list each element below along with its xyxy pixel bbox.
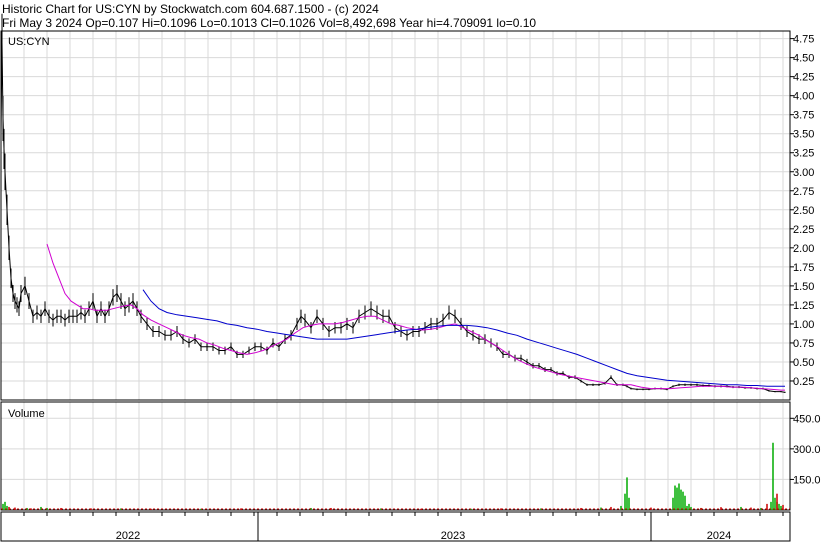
volume-bars xyxy=(1,442,790,510)
price-tick-label: 2.00 xyxy=(793,243,814,255)
price-tick-label: 0.75 xyxy=(793,338,814,350)
price-tick-label: 3.00 xyxy=(793,167,814,179)
price-tick-label: 2.75 xyxy=(793,186,814,198)
price-tick-label: 0.25 xyxy=(793,376,814,388)
price-line xyxy=(0,42,786,393)
volume-grid xyxy=(1,402,790,510)
volume-panel-title: Volume xyxy=(8,408,45,420)
price-tick-label: 1.75 xyxy=(793,262,814,274)
volume-tick-label: 300.0 xyxy=(793,444,821,456)
price-tick-label: 1.25 xyxy=(793,300,814,312)
price-tick-label: 4.50 xyxy=(793,53,814,65)
price-tick-label: 3.50 xyxy=(793,129,814,141)
year-label: 2024 xyxy=(707,530,731,542)
price-tick-label: 3.25 xyxy=(793,148,814,160)
year-label: 2022 xyxy=(116,530,140,542)
volume-axis-ticks: 450.0 300.0 150.0 xyxy=(790,413,821,486)
price-tick-label: 1.00 xyxy=(793,319,814,331)
volume-tick-label: 150.0 xyxy=(793,474,821,486)
price-panel-frame xyxy=(0,30,791,401)
year-label: 2023 xyxy=(441,530,465,542)
price-tick-label: 1.50 xyxy=(793,281,814,293)
price-tick-label: 4.75 xyxy=(793,34,814,46)
price-tick-label: 2.50 xyxy=(793,205,814,217)
price-grid xyxy=(1,31,790,400)
price-panel-title: US:CYN xyxy=(8,36,50,48)
long-moving-average-line xyxy=(142,289,785,387)
chart-canvas: US:CYN 4.75 4.50 4.25 4.00 3.75 3.50 3.25 3.00 2… xyxy=(0,13,821,542)
short-moving-average-line xyxy=(46,243,785,391)
price-tick-label: 0.50 xyxy=(793,357,814,369)
price-tick-label: 3.75 xyxy=(793,110,814,122)
price-tick-label: 2.25 xyxy=(793,224,814,236)
volume-tick-label: 450.0 xyxy=(793,413,821,425)
price-axis-ticks: 4.75 4.50 4.25 4.00 3.75 3.50 3.25 3.00 2.75 2.50… xyxy=(790,34,814,388)
price-series xyxy=(0,13,786,394)
time-axis: 2022 2023 2024 xyxy=(23,512,784,542)
price-tick-label: 4.00 xyxy=(793,91,814,103)
price-tick-label: 4.25 xyxy=(793,72,814,84)
